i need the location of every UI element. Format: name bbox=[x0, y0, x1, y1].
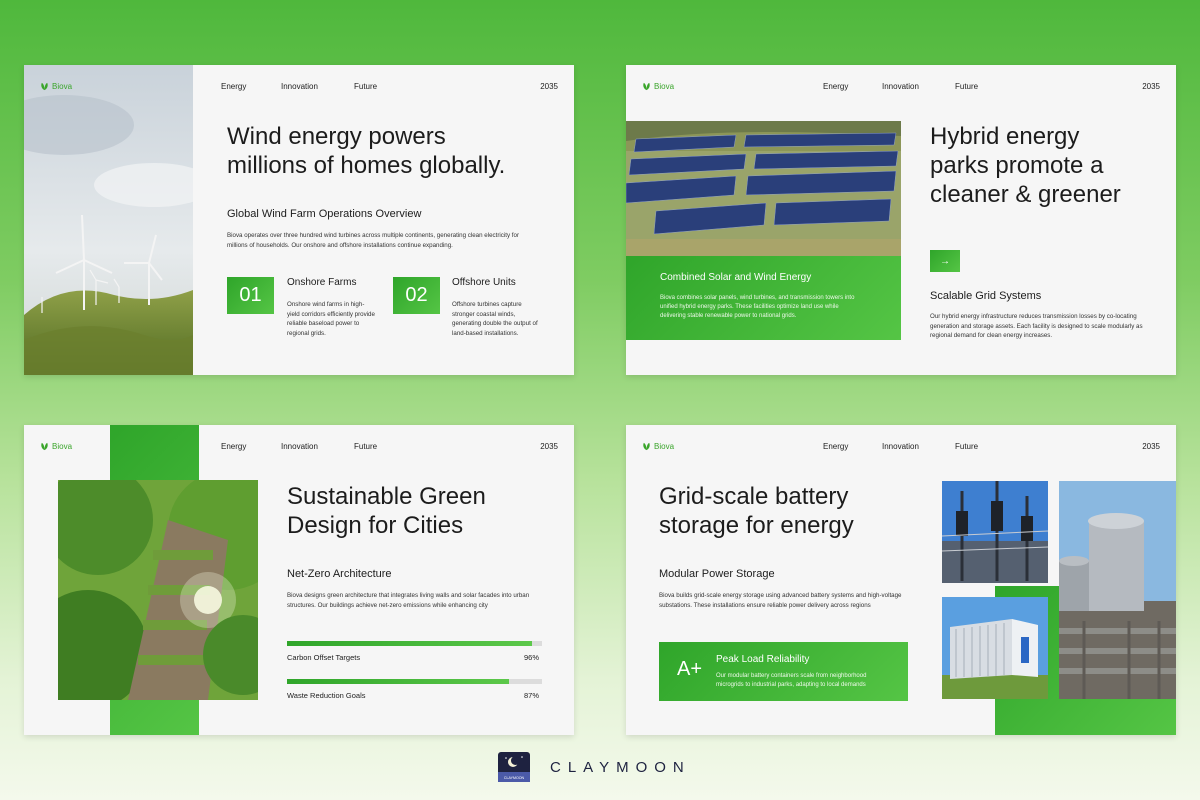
section-body: Our hybrid energy infrastructure reduces… bbox=[930, 313, 1143, 339]
nav-future[interactable]: Future bbox=[354, 442, 377, 451]
progress-label: Carbon Offset Targets bbox=[287, 653, 361, 662]
slide-wind-energy: Biova Energy Innovation Future 2035 Wind… bbox=[24, 65, 574, 375]
section-subtitle: Global Wind Farm Operations Overview bbox=[227, 208, 422, 220]
brand-name: Biova bbox=[52, 442, 73, 451]
arrow-button[interactable]: → bbox=[930, 250, 960, 272]
card-text: Biova combines solar panels, wind turbin… bbox=[660, 295, 855, 319]
slide-title: Wind energy powers millions of homes glo… bbox=[227, 122, 505, 180]
item-title: Onshore Farms bbox=[287, 277, 357, 288]
green-building-photo bbox=[58, 480, 258, 700]
year-label: 2035 bbox=[540, 82, 558, 91]
substation-photo bbox=[942, 481, 1048, 583]
brand-logo[interactable]: Biova bbox=[642, 82, 674, 91]
item-title: Offshore Units bbox=[452, 277, 516, 288]
card-text: Our modular battery containers scale fro… bbox=[716, 673, 867, 688]
item-text: Onshore wind farms in high-yield corrido… bbox=[287, 301, 375, 337]
card-title: Peak Load Reliability bbox=[716, 654, 810, 665]
section-subtitle: Scalable Grid Systems bbox=[930, 290, 1042, 302]
section-body: Biova builds grid-scale energy storage u… bbox=[659, 592, 902, 609]
section-subtitle: Modular Power Storage bbox=[659, 568, 775, 580]
logo-text: CLAYMOON bbox=[504, 776, 525, 780]
brand-name: Biova bbox=[654, 442, 675, 451]
industrial-tanks-photo bbox=[1059, 481, 1176, 699]
brand-logo[interactable]: Biova bbox=[40, 442, 72, 451]
title-line: Wind energy powers bbox=[227, 123, 446, 150]
year-label: 2035 bbox=[1142, 82, 1160, 91]
brand-logo[interactable]: Biova bbox=[642, 442, 674, 451]
section-subtitle: Net-Zero Architecture bbox=[287, 568, 392, 580]
feature-card: Combined Solar and Wind Energy Biova com… bbox=[626, 256, 901, 340]
slide-title: Hybrid energy parks promote a cleaner & … bbox=[930, 122, 1121, 209]
claymoon-brand: CLAYMOON CLAYMOON bbox=[498, 752, 691, 782]
progress-bar bbox=[287, 679, 542, 684]
solar-farm-photo bbox=[626, 121, 901, 256]
progress-value: 96% bbox=[524, 653, 540, 662]
nav-future[interactable]: Future bbox=[955, 442, 978, 451]
reliability-card: A+ Peak Load Reliability Our modular bat… bbox=[659, 642, 908, 701]
leaf-icon bbox=[41, 82, 48, 91]
year-label: 2035 bbox=[1142, 442, 1160, 451]
nav-energy[interactable]: Energy bbox=[221, 82, 246, 91]
title-line: millions of homes globally. bbox=[227, 152, 506, 179]
item-number: 01 bbox=[227, 277, 274, 314]
leaf-icon bbox=[41, 442, 48, 451]
nav-energy[interactable]: Energy bbox=[823, 442, 848, 451]
slide-battery-storage: Biova Energy Innovation Future 2035 Grid… bbox=[626, 425, 1176, 735]
brand-logo[interactable]: Biova bbox=[40, 82, 72, 91]
progress-label: Waste Reduction Goals bbox=[287, 691, 366, 700]
title-line: storage for energy bbox=[659, 512, 854, 539]
title-line: cleaner & greener bbox=[930, 181, 1121, 208]
slide-hybrid-energy: Biova Energy Innovation Future 2035 Comb bbox=[626, 65, 1176, 375]
nav-future[interactable]: Future bbox=[354, 82, 377, 91]
item-number: 02 bbox=[393, 277, 440, 314]
leaf-icon bbox=[643, 442, 650, 451]
nav-innovation[interactable]: Innovation bbox=[882, 82, 919, 91]
slide-title: Sustainable Green Design for Cities bbox=[287, 482, 486, 540]
progress-fill bbox=[287, 679, 509, 684]
progress-value: 87% bbox=[524, 691, 540, 700]
section-body: Biova operates over three hundred wind t… bbox=[227, 232, 520, 249]
title-line: parks promote a bbox=[930, 152, 1104, 179]
nav-innovation[interactable]: Innovation bbox=[281, 82, 318, 91]
title-line: Design for Cities bbox=[287, 512, 464, 539]
nav-innovation[interactable]: Innovation bbox=[882, 442, 919, 451]
leaf-icon bbox=[643, 82, 650, 91]
grade-label: A+ bbox=[677, 658, 703, 680]
brand-name: Biova bbox=[52, 82, 73, 91]
nav-energy[interactable]: Energy bbox=[221, 442, 246, 451]
progress-fill bbox=[287, 641, 532, 646]
section-body: Biova designs green architecture that in… bbox=[287, 592, 530, 609]
card-title: Combined Solar and Wind Energy bbox=[660, 272, 812, 283]
year-label: 2035 bbox=[540, 442, 558, 451]
brand-name: Biova bbox=[654, 82, 675, 91]
slide-title: Grid-scale battery storage for energy bbox=[659, 482, 854, 540]
progress-bar bbox=[287, 641, 542, 646]
battery-container-photo bbox=[942, 597, 1048, 699]
nav-energy[interactable]: Energy bbox=[823, 82, 848, 91]
moon-logo-icon: CLAYMOON bbox=[498, 752, 530, 782]
slide-green-design: Biova Energy Innovation Future 2035 Sust… bbox=[24, 425, 574, 735]
title-line: Sustainable Green bbox=[287, 483, 486, 510]
nav-future[interactable]: Future bbox=[955, 82, 978, 91]
title-line: Grid-scale battery bbox=[659, 483, 849, 510]
title-line: Hybrid energy bbox=[930, 123, 1080, 150]
wind-turbine-photo bbox=[24, 65, 193, 375]
nav-innovation[interactable]: Innovation bbox=[281, 442, 318, 451]
claymoon-wordmark: CLAYMOON bbox=[550, 758, 691, 776]
item-text: Offshore turbines capture stronger coast… bbox=[452, 301, 538, 337]
